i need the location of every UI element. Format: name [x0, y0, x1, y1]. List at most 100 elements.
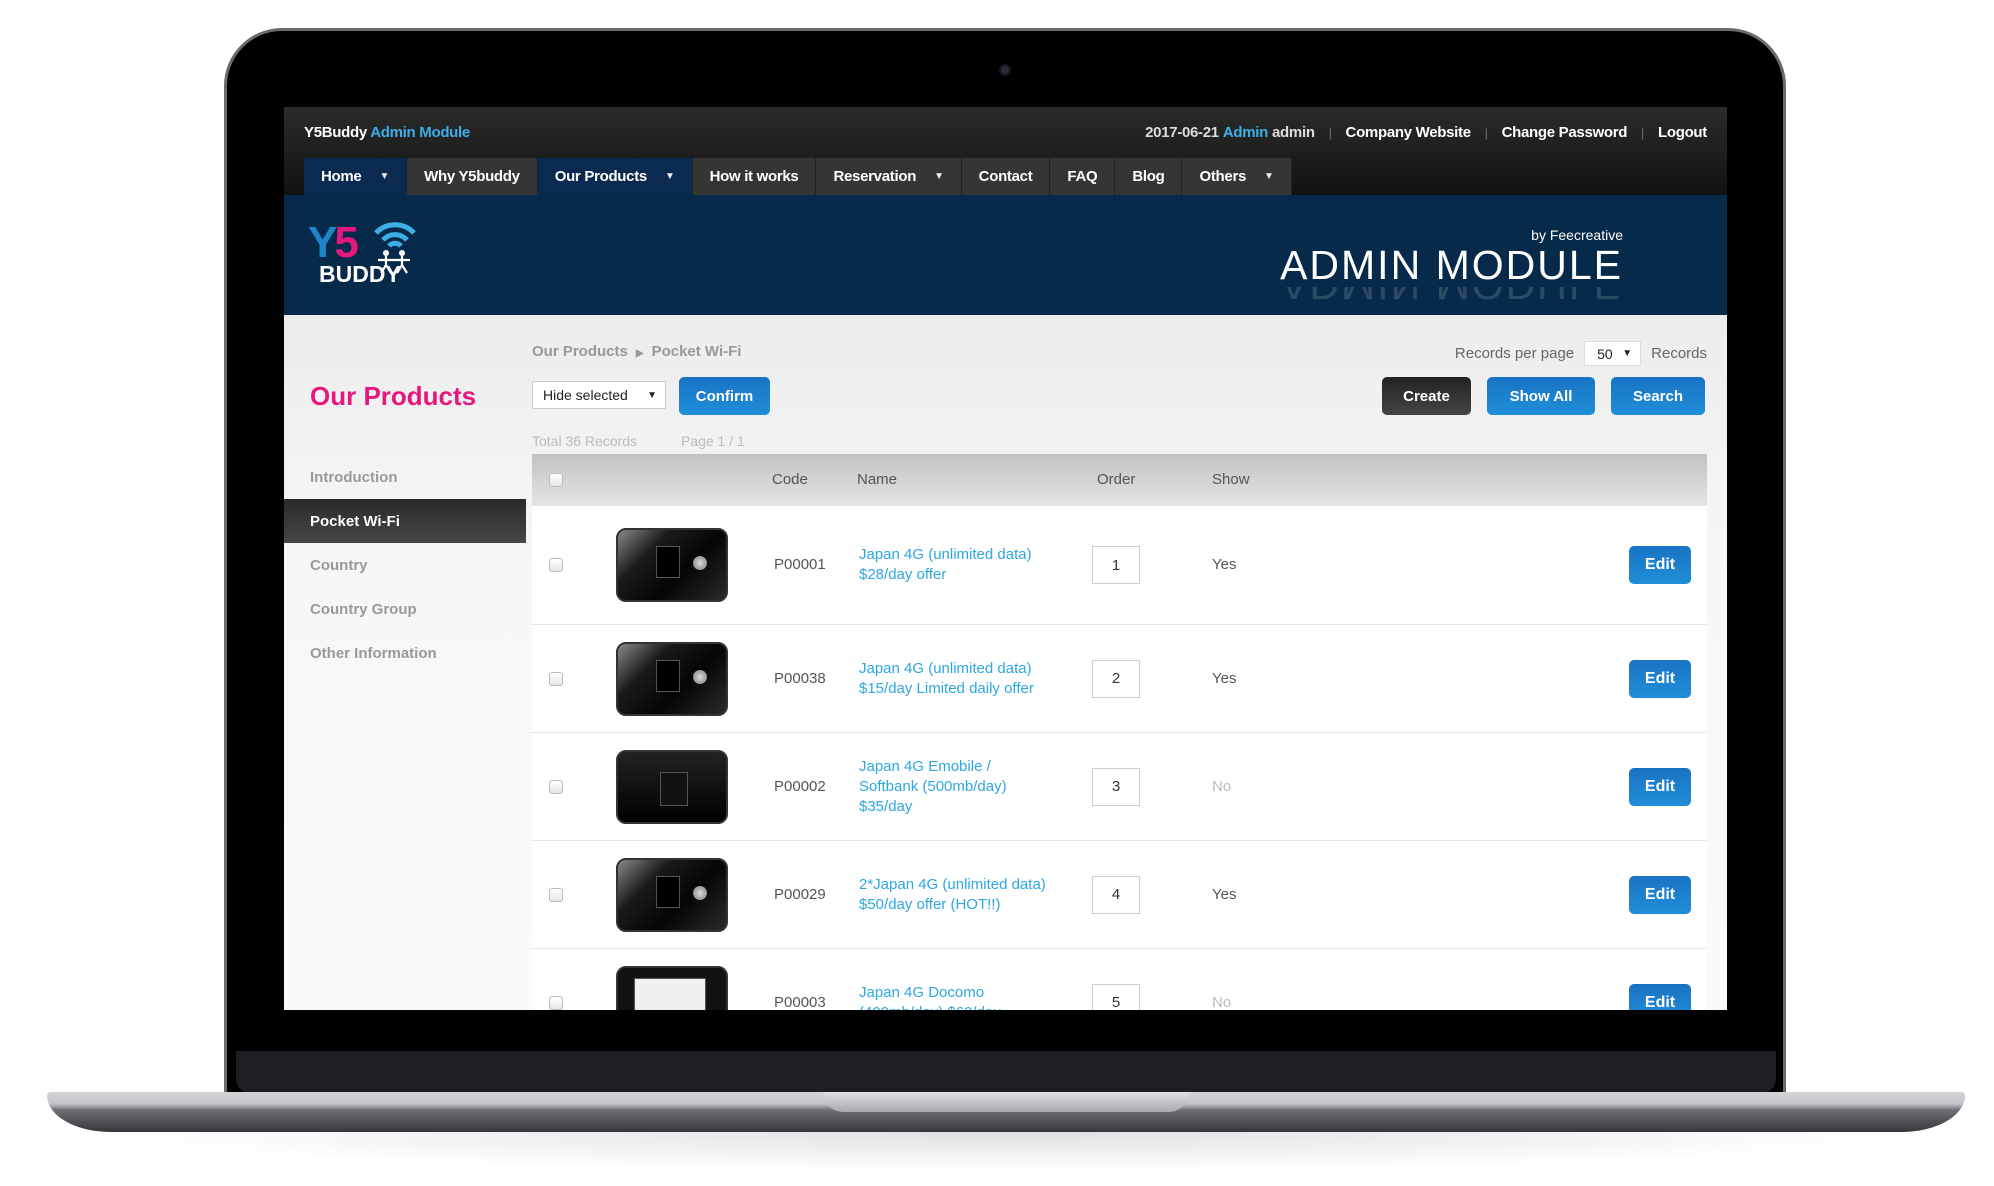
row-checkbox[interactable] — [549, 558, 563, 572]
sidebar-item-introduction[interactable]: Introduction — [284, 455, 526, 499]
records-per-page-select[interactable]: 50 ▼ — [1584, 341, 1642, 366]
product-thumbnail — [616, 857, 728, 932]
confirm-button[interactable]: Confirm — [679, 377, 770, 415]
company-website-link[interactable]: Company Website — [1346, 124, 1472, 141]
edit-button[interactable]: Edit — [1629, 659, 1691, 698]
product-name-link[interactable]: 2*Japan 4G (unlimited data) $50/day offer… — [859, 875, 1046, 915]
by-line: by Feecreative — [1531, 227, 1623, 243]
chevron-down-icon: ▼ — [647, 389, 657, 401]
y5buddy-logo: Y5 BUDDY — [308, 219, 418, 291]
row-checkbox[interactable] — [549, 671, 563, 686]
nav-item-home[interactable]: Home ▼ — [304, 158, 408, 195]
product-thumbnail — [616, 749, 728, 824]
product-code: P00002 — [774, 777, 826, 795]
create-button[interactable]: Create — [1382, 377, 1471, 415]
product-name-line: $50/day offer (HOT!!) — [859, 895, 1001, 913]
content-area: Our Products Introduction Pocket Wi-Fi Cou… — [284, 315, 1727, 1010]
chevron-down-icon: ▼ — [1622, 348, 1633, 359]
records-suffix: Records — [1651, 345, 1707, 362]
product-thumbnail — [616, 965, 728, 1010]
column-header-show[interactable]: Show — [1212, 471, 1250, 488]
row-checkbox[interactable] — [549, 779, 563, 794]
edit-button[interactable]: Edit — [1629, 767, 1691, 806]
records-per-page-label: Records per page — [1454, 345, 1575, 362]
order-input[interactable] — [1092, 659, 1140, 698]
product-name-line: Japan 4G Emobile / — [859, 757, 991, 775]
breadcrumb-item: Pocket Wi-Fi — [651, 343, 742, 360]
select-all-checkbox[interactable] — [549, 473, 563, 487]
sidebar-item-other-information[interactable]: Other Information — [284, 631, 526, 675]
order-input[interactable] — [1092, 767, 1140, 806]
edit-button[interactable]: Edit — [1629, 546, 1691, 584]
sidebar-item-country[interactable]: Country — [284, 543, 526, 587]
bulk-action-value: Hide selected — [543, 387, 628, 403]
show-all-button[interactable]: Show All — [1487, 377, 1595, 415]
brand-name: Y5Buddy — [304, 124, 367, 141]
logout-link[interactable]: Logout — [1658, 124, 1707, 141]
product-name-line: $15/day Limited daily offer — [859, 679, 1034, 697]
laptop-shadow — [80, 1132, 1930, 1172]
column-header-code[interactable]: Code — [772, 471, 808, 488]
order-input[interactable] — [1092, 875, 1140, 914]
product-name-line: Softbank (500mb/day) — [859, 777, 1007, 795]
product-name-line: $28/day offer — [859, 566, 947, 583]
edit-button[interactable]: Edit — [1629, 983, 1691, 1010]
change-password-link[interactable]: Change Password — [1502, 124, 1628, 141]
product-name-link[interactable]: Japan 4G Docomo (400mb/day) $60/day — [859, 983, 1001, 1011]
product-code: P00038 — [774, 669, 826, 687]
caret-down-icon[interactable]: ▼ — [665, 171, 675, 182]
show-status: Yes — [1212, 885, 1237, 903]
breadcrumb-item[interactable]: Our Products — [532, 343, 628, 360]
bulk-action-select[interactable]: Hide selected ▼ — [532, 381, 666, 409]
edit-button[interactable]: Edit — [1629, 875, 1691, 914]
nav-item-others[interactable]: Others ▼ — [1182, 158, 1292, 195]
table-row: P00003 Japan 4G Docomo (400mb/day) $60/day… — [532, 949, 1707, 1010]
nav-item-how-it-works[interactable]: How it works — [692, 158, 817, 195]
table-row: P00002 Japan 4G Emobile / Softbank (500mb/… — [532, 733, 1707, 841]
product-name-line: Japan 4G (unlimited data) — [859, 659, 1032, 677]
nav-item-blog[interactable]: Blog — [1115, 158, 1183, 195]
product-name-link[interactable]: Japan 4G (unlimited data) $28/day offer — [859, 545, 1032, 585]
nav-item-label: Why Y5buddy — [424, 168, 520, 185]
sidebar-item-pocket-wi-fi[interactable]: Pocket Wi-Fi — [284, 499, 526, 543]
column-header-order[interactable]: Order — [1097, 471, 1135, 488]
username: admin — [1272, 124, 1315, 141]
row-checkbox[interactable] — [549, 995, 563, 1010]
user-role: Admin — [1222, 124, 1269, 141]
order-input[interactable] — [1092, 546, 1140, 584]
show-status: Yes — [1212, 556, 1237, 573]
search-button[interactable]: Search — [1611, 377, 1705, 415]
product-name-line: $35/day — [859, 797, 913, 815]
order-input[interactable] — [1092, 983, 1140, 1010]
row-checkbox[interactable] — [549, 887, 563, 902]
nav-item-label: Reservation — [833, 168, 917, 185]
caret-down-icon[interactable]: ▼ — [379, 171, 389, 182]
records-meta: Total 36 Records Page 1 / 1 — [532, 433, 745, 449]
product-code: P00029 — [774, 885, 826, 903]
table-header: Code Name Order Show — [532, 454, 1707, 506]
nav-item-contact[interactable]: Contact — [961, 158, 1051, 195]
separator: | — [1641, 125, 1644, 140]
product-name-line: 2*Japan 4G (unlimited data) — [859, 875, 1046, 893]
product-name-link[interactable]: Japan 4G Emobile / Softbank (500mb/day) $3… — [859, 757, 1007, 817]
product-thumbnail — [616, 528, 728, 602]
nav-item-faq[interactable]: FAQ — [1050, 158, 1116, 195]
nav-item-why-y5buddy[interactable]: Why Y5buddy — [407, 158, 538, 195]
nav-item-reservation[interactable]: Reservation ▼ — [816, 158, 962, 195]
laptop-notch — [823, 1092, 1189, 1112]
breadcrumb: Our Products ▶ Pocket Wi-Fi — [532, 343, 741, 360]
product-name-link[interactable]: Japan 4G (unlimited data) $15/day Limited… — [859, 659, 1034, 699]
product-code: P00003 — [774, 993, 826, 1011]
device-screen — [634, 977, 706, 1010]
banner: Y5 BUDDY by Feecreative ADMIN MODULE ADM… — [284, 195, 1727, 315]
column-header-name[interactable]: Name — [857, 471, 897, 488]
products-table: Code Name Order Show P00001 Japan 4G (unl… — [532, 454, 1707, 1010]
nav-item-our-products[interactable]: Our Products ▼ — [537, 158, 693, 195]
caret-down-icon[interactable]: ▼ — [1264, 171, 1274, 182]
show-status: No — [1212, 993, 1232, 1011]
caret-down-icon[interactable]: ▼ — [934, 171, 944, 182]
sidebar-item-country-group[interactable]: Country Group — [284, 587, 526, 631]
nav-item-label: Others — [1199, 168, 1247, 185]
screen: Y5Buddy Admin Module 2017-06-21 Admin ad… — [284, 107, 1727, 1010]
nav-item-label: How it works — [709, 168, 799, 185]
